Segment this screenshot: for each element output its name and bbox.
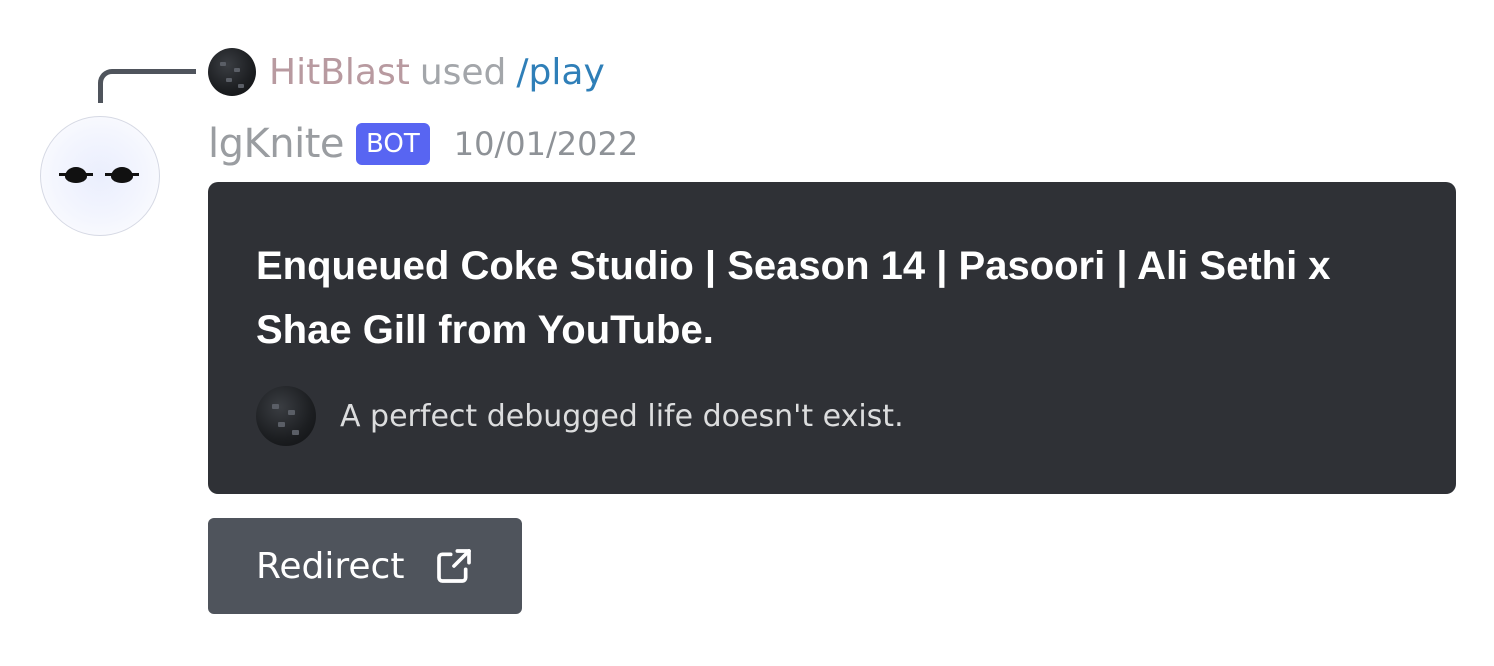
redirect-button-label: Redirect — [256, 545, 405, 587]
footer-avatar — [256, 386, 316, 446]
reply-user-avatar[interactable] — [208, 48, 256, 96]
embed-title: Enqueued Coke Studio | Season 14 | Pasoo… — [256, 244, 1331, 352]
message-header: lgKnite BOT 10/01/2022 — [208, 116, 638, 172]
author-name[interactable]: lgKnite — [208, 121, 345, 167]
embed-footer-text: A perfect debugged life doesn't exist. — [340, 398, 904, 434]
bot-avatar[interactable] — [40, 116, 160, 236]
message-timestamp: 10/01/2022 — [453, 125, 639, 163]
avatar-left-eye — [59, 167, 93, 183]
bot-badge: BOT — [356, 123, 430, 165]
avatar-right-eye — [105, 167, 139, 183]
embed-footer: A perfect debugged life doesn't exist. — [256, 386, 904, 446]
slash-command-link[interactable]: /play — [516, 52, 604, 93]
external-link-icon — [437, 549, 472, 583]
redirect-button[interactable]: Redirect — [208, 518, 522, 614]
embed-card: Enqueued Coke Studio | Season 14 | Pasoo… — [208, 182, 1456, 494]
discord-message: HitBlast used /play lgKnite BOT 10/01/20… — [0, 0, 1494, 666]
reply-used-text: used — [419, 51, 507, 93]
reply-username[interactable]: HitBlast — [269, 52, 410, 93]
reply-reference[interactable]: HitBlast used /play — [208, 47, 605, 97]
reply-connector — [98, 69, 196, 103]
